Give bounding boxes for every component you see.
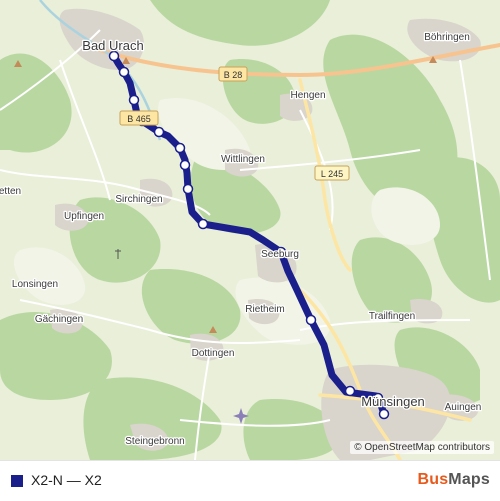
bus-stop-marker[interactable] [197,218,209,230]
bus-stop-marker[interactable] [128,94,140,106]
map-footer: X2-N — X2 BusMaps [0,460,500,501]
place-steingebronn: Steingebronn [125,436,185,447]
bus-stop-marker[interactable] [305,314,317,326]
place-gachingen: Gächingen [35,314,83,325]
place-sirchingen: Sirchingen [115,194,162,205]
place-etten: etten [0,186,21,197]
place-munsingen: Münsingen [361,394,425,409]
legend-route-label: X2-N — X2 [31,472,102,488]
svg-text:L 245: L 245 [321,169,343,179]
place-wittlingen: Wittlingen [221,154,265,165]
place-hengen: Hengen [290,90,325,101]
place-auingen: Auingen [445,402,482,413]
svg-text:B 465: B 465 [127,114,151,124]
bus-stop-marker[interactable] [174,142,186,154]
bus-stop-marker[interactable] [153,126,165,138]
brand-maps-text: Maps [448,471,490,488]
bus-stop-marker[interactable] [118,66,130,78]
map-attribution[interactable]: © OpenStreetMap contributors [350,441,494,454]
map-canvas: B 28 B 465 L 245 Bad Urach Böhringen Hen… [0,0,500,460]
bus-stop-marker[interactable] [344,385,356,397]
place-lonsingen: Lonsingen [12,279,58,290]
brand-bus-text: Bus [417,471,449,488]
svg-text:B 28: B 28 [224,70,243,80]
place-rietheim: Rietheim [245,304,284,315]
bus-stop-marker[interactable] [179,159,191,171]
road-shield-b28: B 28 [218,66,248,82]
bus-stop-marker[interactable] [378,408,390,420]
road-shield-b465: B 465 [119,110,159,126]
place-seeburg: Seeburg [261,249,299,260]
place-dottingen: Dottingen [192,348,235,359]
place-upfingen: Upfingen [64,211,104,222]
legend-route-swatch [11,475,23,487]
map-view[interactable]: B 28 B 465 L 245 Bad Urach Böhringen Hen… [0,0,500,460]
place-trailfingen: Trailfingen [369,311,415,322]
place-bad-urach: Bad Urach [82,38,143,53]
busmaps-logo[interactable]: BusMaps [417,471,490,489]
road-shield-l245: L 245 [314,165,350,181]
place-bohringen: Böhringen [424,32,470,43]
bus-stop-marker[interactable] [182,183,194,195]
